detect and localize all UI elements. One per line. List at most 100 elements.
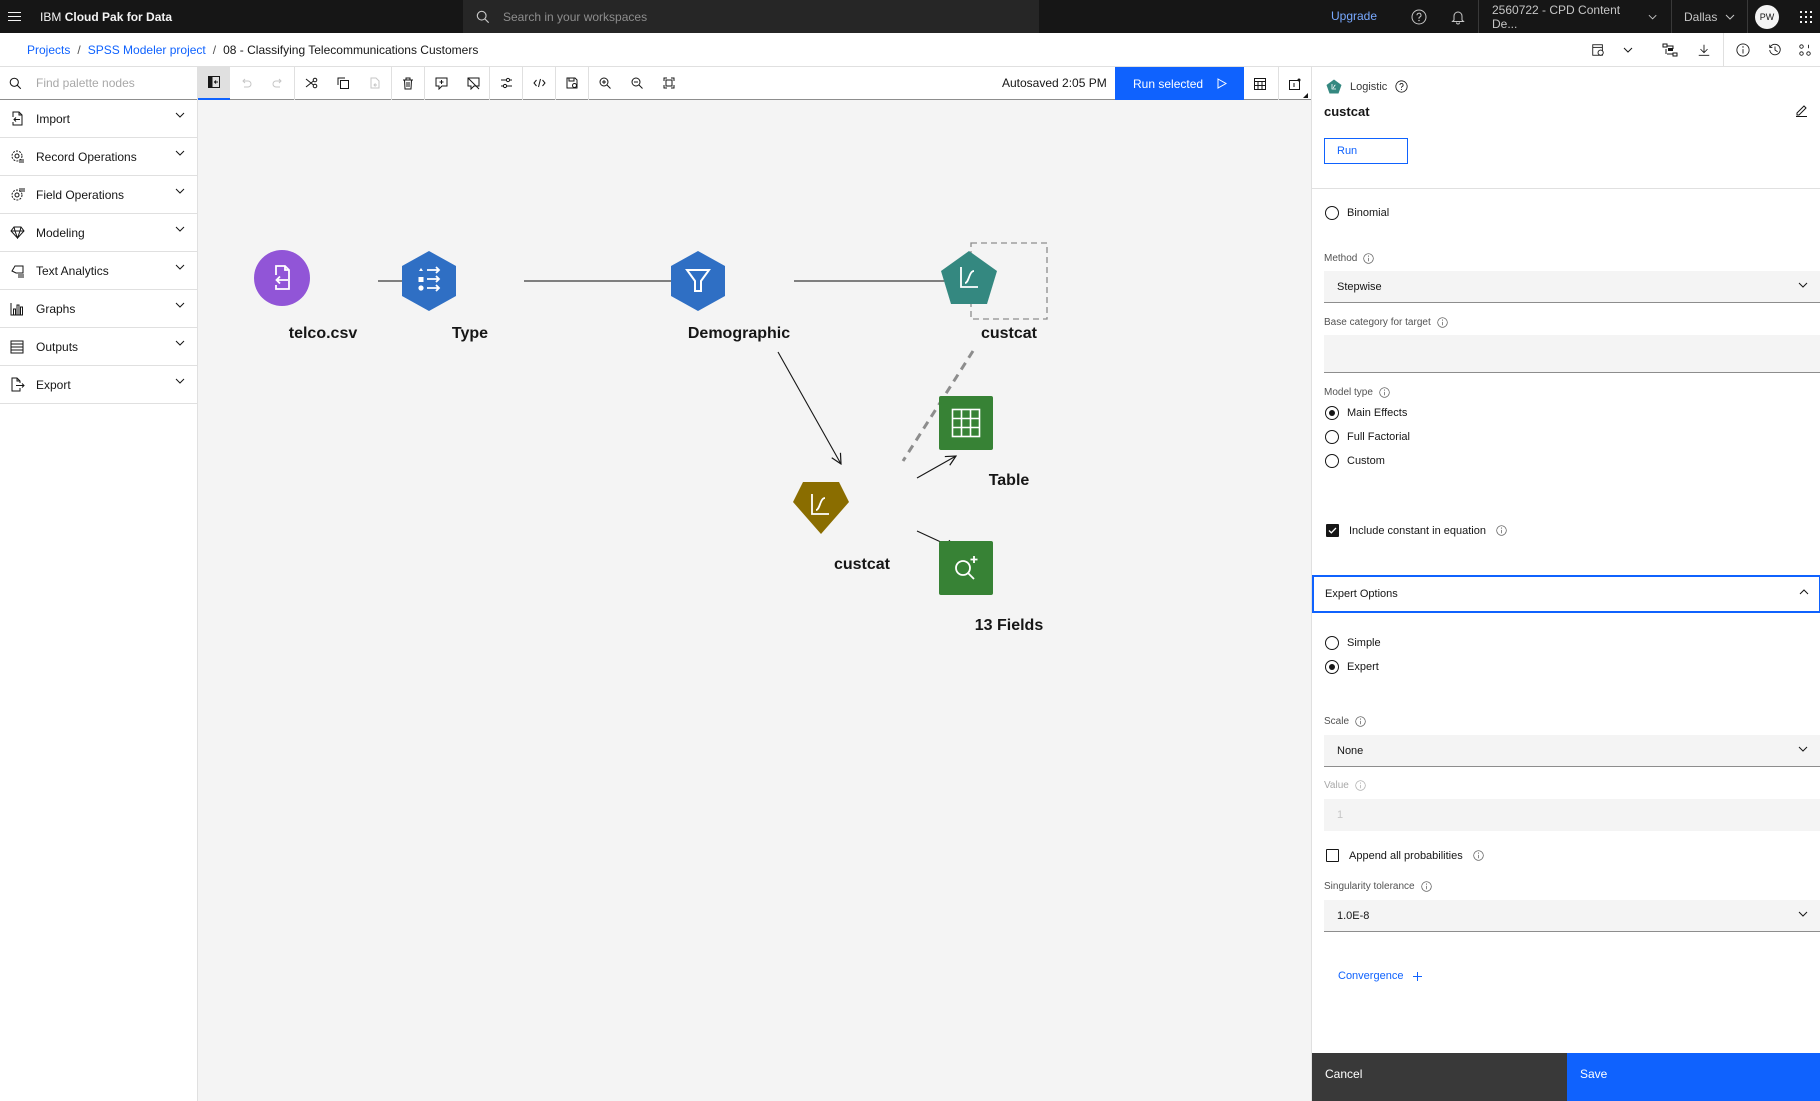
append-probabilities-checkbox[interactable]: Append all probabilities (1326, 849, 1484, 862)
undo-icon (242, 78, 252, 88)
link-demographic-to-custcat-nugget[interactable] (777, 351, 841, 464)
cut-button[interactable] (295, 67, 327, 100)
info-icon[interactable] (1355, 716, 1366, 727)
radio-full-factorial[interactable]: Full Factorial (1325, 430, 1410, 444)
base-category-input[interactable] (1324, 335, 1820, 373)
palette-search[interactable] (0, 67, 197, 100)
singularity-tolerance-select[interactable]: 1.0E-8 (1324, 900, 1820, 932)
info-icon[interactable] (1363, 253, 1375, 264)
chevron-down-icon (1798, 911, 1808, 917)
hide-comments-button[interactable] (457, 67, 489, 100)
node-custcat-nugget[interactable]: custcat (792, 480, 932, 574)
search-icon (463, 10, 503, 24)
user-avatar[interactable]: PW (1755, 5, 1779, 29)
flow-settings-button[interactable] (1581, 33, 1615, 67)
hamburger-menu-button[interactable] (0, 0, 28, 33)
node-demographic[interactable]: Demographic (669, 249, 809, 343)
flow-properties-button[interactable] (490, 67, 522, 100)
node-table[interactable]: Table (939, 396, 1079, 490)
info-button[interactable] (1726, 33, 1760, 67)
logistic-nugget-shape (793, 480, 894, 544)
properties-form: Binomial Method Stepwise Base category f… (1312, 189, 1820, 1004)
include-constant-checkbox[interactable]: Include constant in equation (1326, 524, 1507, 537)
breadcrumb-projects[interactable]: Projects (27, 43, 70, 57)
palette-category-record-operations[interactable]: Record Operations (0, 138, 197, 176)
run-node-button[interactable]: Run (1324, 138, 1408, 164)
type-icon (402, 251, 456, 311)
palette-search-input[interactable] (36, 76, 196, 90)
radio-binomial[interactable]: Binomial (1325, 206, 1389, 220)
save-button[interactable]: Save (1567, 1053, 1820, 1101)
radio-simple[interactable]: Simple (1325, 636, 1381, 650)
breadcrumb-project[interactable]: SPSS Modeler project (88, 43, 206, 57)
plus-icon (1413, 971, 1423, 981)
info-icon (1736, 43, 1750, 57)
flow-settings-dropdown[interactable] (1615, 33, 1641, 67)
modeling-icon (0, 226, 34, 239)
outputs-panel-button[interactable] (1244, 67, 1276, 100)
paste-button[interactable] (359, 67, 391, 100)
app-switcher-button[interactable] (1792, 0, 1820, 33)
chevron-down-icon (175, 264, 185, 270)
zoom-in-button[interactable] (589, 67, 621, 100)
copy-icon (337, 77, 349, 89)
data-assets-button[interactable] (1653, 33, 1687, 67)
node-type[interactable]: Type (400, 249, 540, 343)
notifications-button[interactable] (1440, 0, 1476, 33)
palette-category-modeling[interactable]: Modeling (0, 214, 197, 252)
global-search[interactable] (463, 0, 1039, 33)
info-icon[interactable] (1496, 525, 1507, 536)
palette-category-graphs[interactable]: Graphs (0, 290, 197, 328)
flow-canvas[interactable]: telco.csv Type Demographic custcat custc… (199, 100, 1311, 1101)
info-icon[interactable] (1379, 387, 1390, 398)
code-view-button[interactable] (523, 67, 555, 100)
delete-button[interactable] (392, 67, 424, 100)
product-name[interactable]: IBM Cloud Pak for Data (40, 10, 172, 24)
upgrade-link[interactable]: Upgrade (1331, 0, 1377, 33)
node-13-fields[interactable]: 13 Fields (939, 541, 1079, 635)
info-icon[interactable] (1473, 850, 1484, 861)
save-icon (566, 77, 578, 89)
global-search-input[interactable] (503, 9, 1003, 24)
region-name: Dallas (1684, 9, 1718, 24)
model-type-label: Model type (1324, 387, 1390, 398)
undo-button[interactable] (230, 67, 262, 100)
version-history-button[interactable] (1760, 33, 1790, 67)
info-icon[interactable] (1420, 881, 1432, 892)
radio-expert[interactable]: Expert (1325, 660, 1379, 674)
fit-to-screen-button[interactable] (653, 67, 685, 100)
run-selected-button[interactable]: Run selected (1115, 67, 1244, 100)
edit-pencil-icon[interactable] (1795, 104, 1808, 117)
copy-button[interactable] (327, 67, 359, 100)
download-button[interactable] (1687, 33, 1721, 67)
add-comment-button[interactable] (425, 67, 457, 100)
help-icon[interactable] (1395, 80, 1408, 93)
palette-category-import[interactable]: Import (0, 100, 197, 138)
record-operations-icon (0, 149, 34, 164)
method-select[interactable]: Stepwise (1324, 271, 1820, 303)
messages-panel-button[interactable] (1278, 67, 1310, 100)
info-icon[interactable] (1437, 317, 1448, 328)
expert-options-accordion[interactable]: Expert Options (1312, 575, 1820, 613)
save-version-button[interactable] (556, 67, 588, 100)
scale-select[interactable]: None (1324, 735, 1820, 767)
toggle-palette-button[interactable] (198, 66, 230, 100)
redo-button[interactable] (262, 67, 294, 100)
palette-category-outputs[interactable]: Outputs (0, 328, 197, 366)
node-telco-csv[interactable]: telco.csv (253, 249, 393, 343)
region-switcher[interactable]: Dallas (1672, 0, 1748, 33)
radio-main-effects[interactable]: Main Effects (1325, 406, 1407, 420)
code-button[interactable] (1790, 33, 1820, 67)
palette-category-field-operations[interactable]: Field Operations (0, 176, 197, 214)
palette-category-export[interactable]: Export (0, 366, 197, 404)
account-switcher[interactable]: 2560722 - CPD Content De... (1478, 0, 1672, 33)
cancel-button[interactable]: Cancel (1312, 1053, 1567, 1101)
radio-circle (1325, 430, 1339, 444)
node-custcat-modeler[interactable]: custcat (939, 249, 1079, 343)
base-category-label: Base category for target (1324, 317, 1448, 328)
help-button[interactable] (1401, 0, 1437, 33)
convergence-expand-link[interactable]: Convergence (1338, 970, 1423, 982)
radio-custom[interactable]: Custom (1325, 454, 1385, 468)
palette-category-text-analytics[interactable]: Text Analytics (0, 252, 197, 290)
zoom-out-button[interactable] (621, 67, 653, 100)
